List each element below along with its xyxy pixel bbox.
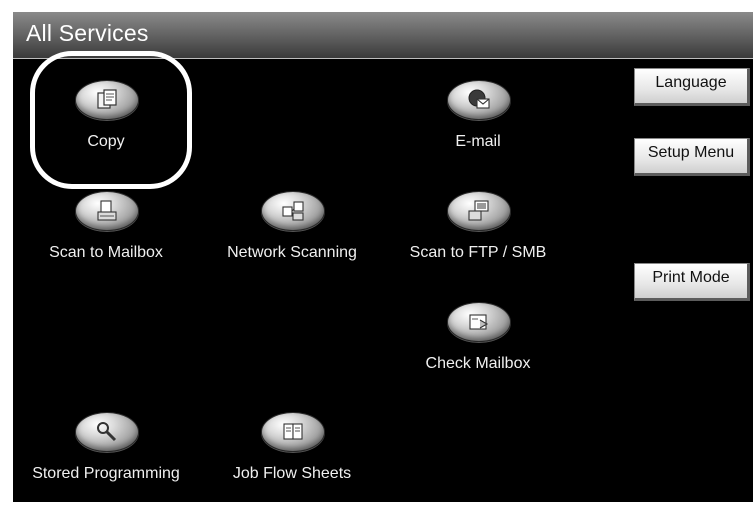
scan-to-ftp-smb-label: Scan to FTP / SMB [409, 244, 547, 261]
email-label: E-mail [455, 133, 501, 150]
network-scanning-icon [261, 191, 325, 231]
check-mailbox-icon [447, 302, 511, 342]
stored-programming-icon [75, 412, 139, 452]
stored-programming-button[interactable]: Stored Programming [6, 412, 206, 507]
check-mailbox-label: Check Mailbox [425, 355, 531, 372]
network-scanning-label: Network Scanning [227, 244, 357, 261]
stored-programming-label: Stored Programming [32, 465, 180, 482]
email-button[interactable]: E-mail [398, 80, 558, 175]
scan-to-mailbox-label: Scan to Mailbox [49, 244, 163, 261]
job-flow-sheets-label: Job Flow Sheets [232, 465, 352, 482]
language-button[interactable]: Language [634, 68, 750, 106]
print-mode-button[interactable]: Print Mode [634, 263, 750, 301]
page-title: All Services [26, 20, 149, 46]
scan-mailbox-icon [75, 191, 139, 231]
scan-to-mailbox-button[interactable]: Scan to Mailbox [26, 191, 186, 286]
copy-label: Copy [87, 133, 125, 150]
email-icon [447, 80, 511, 120]
check-mailbox-button[interactable]: Check Mailbox [398, 302, 558, 397]
job-flow-icon [261, 412, 325, 452]
copy-button[interactable]: Copy [26, 80, 186, 175]
copy-icon [75, 80, 139, 120]
scan-ftp-icon [447, 191, 511, 231]
setup-menu-button[interactable]: Setup Menu [634, 138, 750, 176]
job-flow-sheets-button[interactable]: Job Flow Sheets [212, 412, 372, 507]
network-scanning-button[interactable]: Network Scanning [192, 191, 392, 286]
scan-to-ftp-smb-button[interactable]: Scan to FTP / SMB [378, 191, 578, 286]
